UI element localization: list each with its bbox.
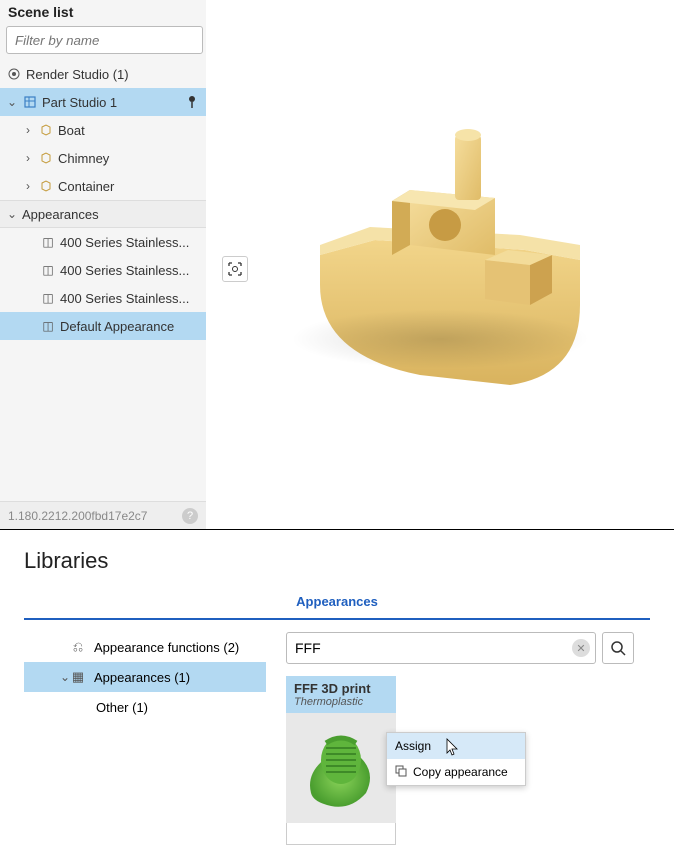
- filter-input[interactable]: [6, 26, 203, 54]
- appearance-item[interactable]: ◫ 400 Series Stainless...: [0, 228, 206, 256]
- clear-search-icon[interactable]: ✕: [572, 639, 590, 657]
- tab-appearances[interactable]: Appearances: [24, 588, 650, 618]
- libraries-tree: ⎌ Appearance functions (2) ⌄ ▦ Appearanc…: [24, 632, 266, 845]
- appearances-section[interactable]: ⌄ Appearances: [0, 200, 206, 228]
- chevron-right-icon[interactable]: ›: [22, 151, 34, 165]
- solid-icon: [38, 150, 54, 166]
- scene-list-title: Scene list: [0, 0, 206, 26]
- menu-label: Copy appearance: [413, 765, 508, 779]
- chevron-right-icon[interactable]: ›: [22, 123, 34, 137]
- function-icon: ⎌: [70, 639, 86, 655]
- lib-label: Other (1): [96, 700, 148, 715]
- solid-icon: [38, 178, 54, 194]
- tabbar: Appearances: [24, 588, 650, 620]
- pin-icon[interactable]: [184, 94, 200, 110]
- menu-label: Assign: [395, 739, 431, 753]
- appearance-card[interactable]: FFF 3D print Thermoplastic: [286, 676, 396, 845]
- scene-list-panel: Scene list Render Studio (1) ⌄ Part Stud…: [0, 0, 206, 529]
- tree-item-container[interactable]: › Container: [0, 172, 206, 200]
- material-icon: ◫: [40, 262, 56, 278]
- tree-label: Render Studio (1): [26, 67, 200, 82]
- appearance-item[interactable]: ◫ 400 Series Stainless...: [0, 256, 206, 284]
- chevron-down-icon[interactable]: ⌄: [6, 95, 18, 109]
- cursor-icon: [446, 738, 460, 759]
- version-text: 1.180.2212.200fbd17e2c7: [8, 509, 147, 523]
- libraries-title: Libraries: [24, 548, 650, 574]
- focus-tool-button[interactable]: [222, 256, 248, 282]
- part-icon: [22, 94, 38, 110]
- lib-label: Appearances (1): [94, 670, 190, 685]
- lib-item-other[interactable]: Other (1): [24, 692, 266, 722]
- appearance-item[interactable]: ◫ 400 Series Stainless...: [0, 284, 206, 312]
- lib-item-functions[interactable]: ⎌ Appearance functions (2): [24, 632, 266, 662]
- tree-label: 400 Series Stainless...: [60, 263, 200, 278]
- version-row: 1.180.2212.200fbd17e2c7 ?: [0, 501, 206, 529]
- boat-render: [270, 95, 610, 435]
- solid-icon: [38, 122, 54, 138]
- library-search-input[interactable]: [286, 632, 596, 664]
- tree-label: Default Appearance: [60, 319, 200, 334]
- tree-label: Chimney: [58, 151, 200, 166]
- search-button[interactable]: [602, 632, 634, 664]
- card-footer: [286, 823, 396, 845]
- tree-item-render-studio[interactable]: Render Studio (1): [0, 60, 206, 88]
- tree-item-chimney[interactable]: › Chimney: [0, 144, 206, 172]
- menu-copy-appearance[interactable]: Copy appearance: [387, 759, 525, 785]
- tree-label: Boat: [58, 123, 200, 138]
- tree-label: 400 Series Stainless...: [60, 235, 200, 250]
- card-thumbnail: [286, 713, 396, 823]
- tree-label: 400 Series Stainless...: [60, 291, 200, 306]
- section-label: Appearances: [22, 207, 200, 222]
- material-icon: ◫: [40, 234, 56, 250]
- appearance-item-default[interactable]: ◫ Default Appearance: [0, 312, 206, 340]
- tree-item-boat[interactable]: › Boat: [0, 116, 206, 144]
- help-icon[interactable]: ?: [182, 508, 198, 524]
- chevron-down-icon[interactable]: ⌄: [60, 670, 70, 684]
- material-icon: ◫: [40, 290, 56, 306]
- shadow: [290, 309, 590, 369]
- swatch-icon: ▦: [70, 669, 86, 685]
- render-icon: [6, 66, 22, 82]
- tree-label: Part Studio 1: [42, 95, 180, 110]
- lib-item-appearances[interactable]: ⌄ ▦ Appearances (1): [24, 662, 266, 692]
- card-subtitle: Thermoplastic: [294, 696, 388, 708]
- copy-icon: [395, 765, 407, 780]
- viewport-3d[interactable]: [206, 0, 674, 529]
- lib-label: Appearance functions (2): [94, 640, 239, 655]
- chevron-right-icon[interactable]: ›: [22, 179, 34, 193]
- card-title: FFF 3D print: [294, 681, 388, 696]
- tree-item-part-studio[interactable]: ⌄ Part Studio 1: [0, 88, 206, 116]
- tree-label: Container: [58, 179, 200, 194]
- chevron-down-icon[interactable]: ⌄: [6, 207, 18, 221]
- material-icon: ◫: [40, 318, 56, 334]
